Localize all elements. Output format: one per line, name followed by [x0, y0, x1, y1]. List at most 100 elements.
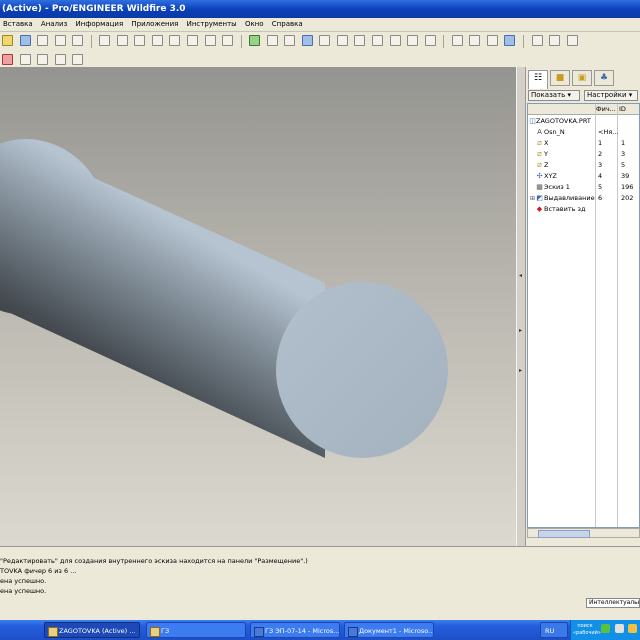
tree-item-name: Z — [544, 161, 549, 169]
expand-icon[interactable]: ⊞ — [529, 195, 536, 202]
refit-icon[interactable] — [354, 35, 366, 46]
csys-display-icon[interactable] — [2, 54, 13, 65]
tree-item-name: Вставить зд — [544, 205, 586, 213]
expand-arrow-icon[interactable]: ▸ — [519, 327, 522, 334]
menu-bar: Вставка Анализ Информация Приложения Инс… — [0, 18, 640, 32]
saved-views-icon[interactable] — [389, 35, 401, 46]
tree-item-id: 39 — [621, 172, 630, 180]
expand-arrow-icon[interactable]: ▸ — [519, 367, 522, 374]
network-icon[interactable] — [601, 624, 610, 633]
scrollbar-thumb[interactable] — [538, 530, 590, 538]
tree-item-name: Эскиз 1 — [544, 183, 570, 191]
tab-connections[interactable]: ♣ — [594, 70, 614, 86]
security-icon[interactable] — [628, 624, 638, 633]
view-manager-icon[interactable] — [424, 35, 436, 46]
annotation-display-icon[interactable] — [19, 54, 31, 65]
tree-row[interactable]: A Osn_N <Ня... — [528, 127, 639, 138]
zoom-out-icon[interactable] — [336, 35, 348, 46]
model-view — [0, 139, 448, 458]
window-titlebar[interactable]: (Active) - Pro/ENGINEER Wildfire 3.0 — [0, 0, 640, 18]
annotation-icon: A — [537, 128, 542, 136]
task-word-doc2[interactable]: Документ1 - Microso... — [344, 622, 434, 638]
insert-here-icon: ◆ — [536, 205, 543, 213]
language-indicator[interactable]: RU — [540, 622, 568, 638]
tab-model-tree[interactable]: ☷ — [528, 70, 548, 89]
message-area: "Редактировать" для создания внутреннего… — [0, 546, 640, 609]
tree-item-number: 1 — [598, 139, 603, 147]
zoom-in-icon[interactable] — [319, 35, 331, 46]
settings-button[interactable]: Настройки ▾ — [584, 90, 638, 101]
column-id[interactable]: ID — [619, 104, 626, 114]
print-icon[interactable] — [37, 35, 49, 46]
datum-planes-icon[interactable] — [531, 35, 543, 46]
copy-icon[interactable] — [72, 35, 84, 46]
panel-splitter[interactable]: ◂ ▸ ▸ — [516, 67, 526, 546]
tree-item-id: 3 — [621, 150, 626, 158]
tree-row[interactable]: ⧄ Y 2 3 — [528, 149, 639, 160]
orient-icon[interactable] — [284, 35, 296, 46]
paste-icon[interactable] — [151, 35, 163, 46]
reorient-icon[interactable] — [372, 35, 384, 46]
tree-horizontal-scrollbar[interactable] — [527, 528, 640, 538]
tree-item-number: 6 — [598, 194, 603, 202]
find-icon[interactable] — [204, 35, 216, 46]
task-label: Документ1 - Microso... — [359, 627, 434, 635]
collapse-arrow-icon[interactable]: ◂ — [519, 272, 522, 279]
no-hidden-icon[interactable] — [486, 35, 498, 46]
shading-icon[interactable] — [504, 35, 516, 46]
volume-icon[interactable] — [614, 624, 624, 633]
cut-icon[interactable] — [134, 35, 146, 46]
tab-folder-browser[interactable]: ■ — [550, 70, 570, 86]
layers-icon[interactable] — [407, 35, 419, 46]
tray-search[interactable]: поиск «рабочий» — [573, 623, 601, 637]
model-tree[interactable]: Фич... ID ◫ ZAGOTOVKA.PRT A Osn_N <Ня...… — [527, 103, 640, 528]
taskbar: ZAGOTOVKA (Active) ... ГЗ ГЗ ЭП-07-14 - … — [0, 620, 640, 640]
paste-special-icon[interactable] — [169, 35, 181, 46]
symbol-icon[interactable] — [72, 54, 84, 65]
task-proengineer[interactable]: ZAGOTOVKA (Active) ... — [44, 622, 140, 638]
tree-row[interactable]: ◆ Вставить зд — [528, 204, 639, 215]
wireframe-icon[interactable] — [451, 35, 463, 46]
tree-row[interactable]: ✣ XYZ 4 39 — [528, 171, 639, 182]
select-box-icon[interactable] — [222, 35, 234, 46]
tree-row[interactable]: ⧄ Z 3 5 — [528, 160, 639, 171]
menu-help[interactable]: Справка — [269, 18, 306, 31]
cylinder-front-cap[interactable] — [276, 282, 448, 458]
undo-icon[interactable] — [99, 35, 111, 46]
column-feature[interactable]: Фич... — [596, 104, 616, 114]
datum-points-icon[interactable] — [566, 35, 578, 46]
favorites-icon: ▣ — [577, 73, 587, 83]
menu-window[interactable]: Окно — [242, 18, 267, 31]
message-line: ена успешно. — [0, 577, 47, 585]
menu-tools[interactable]: Инструменты — [184, 18, 240, 31]
regenerate-icon[interactable] — [187, 35, 199, 46]
menu-analysis[interactable]: Анализ — [38, 18, 70, 31]
hidden-line-icon[interactable] — [469, 35, 481, 46]
task-folder[interactable]: ГЗ — [146, 622, 246, 638]
navigator-tabs: ☷ ■ ▣ ♣ — [526, 67, 640, 89]
graphics-window[interactable] — [0, 67, 516, 546]
menu-applications[interactable]: Приложения — [128, 18, 181, 31]
note-icon[interactable] — [37, 54, 49, 65]
model-display-icon[interactable] — [249, 35, 261, 46]
menu-info[interactable]: Информация — [73, 18, 127, 31]
tree-row[interactable]: ▦ Эскиз 1 5 196 — [528, 182, 639, 193]
show-button[interactable]: Показать ▾ — [528, 90, 580, 101]
datum-axes-icon[interactable] — [549, 35, 561, 46]
send-icon[interactable] — [54, 35, 66, 46]
save-icon[interactable] — [19, 35, 31, 46]
task-word-doc1[interactable]: ГЗ ЭП-07-14 - Micros... — [250, 622, 340, 638]
system-tray: поиск «рабочий» — [570, 620, 640, 640]
tree-item-number: 4 — [598, 172, 603, 180]
selection-filter[interactable]: Интеллектуальн — [586, 598, 640, 608]
tree-row[interactable]: ⊞ ◩ Выдавливание 6 202 — [528, 193, 639, 204]
open-folder-icon[interactable] — [2, 35, 13, 46]
table-icon[interactable] — [54, 54, 66, 65]
repaint-icon[interactable] — [301, 35, 313, 46]
tree-row[interactable]: ⧄ X 1 1 — [528, 138, 639, 149]
spin-center-icon[interactable] — [266, 35, 278, 46]
redo-icon[interactable] — [116, 35, 128, 46]
menu-insert[interactable]: Вставка — [0, 18, 36, 31]
tab-favorites[interactable]: ▣ — [572, 70, 592, 86]
tree-row[interactable]: ◫ ZAGOTOVKA.PRT — [528, 116, 639, 127]
